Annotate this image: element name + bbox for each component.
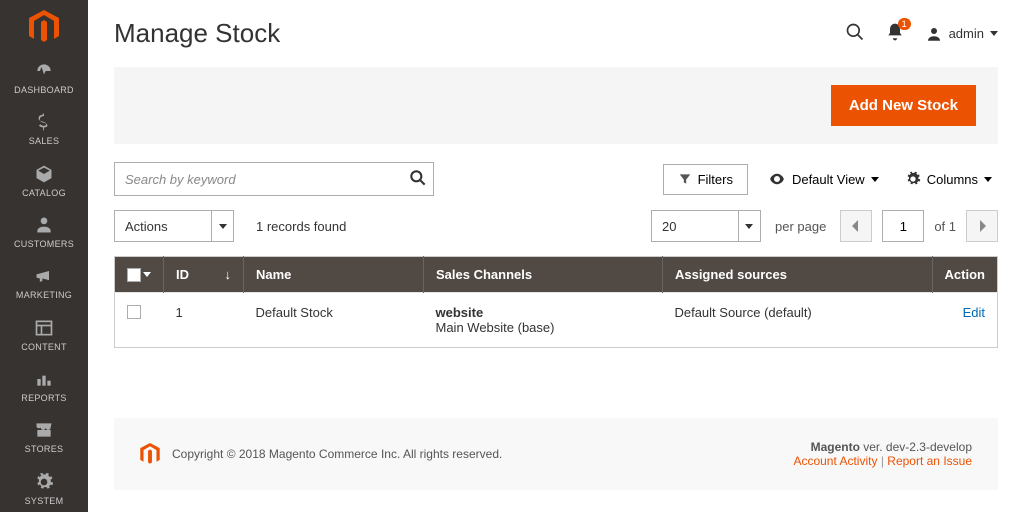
cell-assigned-sources: Default Source (default)	[662, 293, 932, 348]
stock-grid: ID ↓ Name Sales Channels Assigned source…	[114, 256, 998, 348]
sidebar: DASHBOARD SALES CATALOG CUSTOMERS MARKET…	[0, 0, 88, 512]
checkbox-icon	[127, 268, 141, 282]
sidebar-item-dashboard[interactable]: DASHBOARD	[0, 52, 88, 103]
records-found-text: 1 records found	[256, 219, 346, 234]
edit-link[interactable]: Edit	[963, 305, 985, 320]
total-pages-text: of 1	[934, 219, 956, 234]
footer: Copyright © 2018 Magento Commerce Inc. A…	[114, 418, 998, 490]
chevron-down-icon	[745, 224, 753, 229]
dashboard-icon	[34, 61, 54, 81]
user-name: admin	[949, 26, 984, 41]
magento-logo[interactable]	[26, 10, 62, 44]
per-page-label: per page	[775, 219, 826, 234]
prev-page-button[interactable]	[840, 210, 872, 242]
column-action-header: Action	[932, 257, 997, 293]
search-icon	[845, 22, 865, 42]
search-submit-button[interactable]	[408, 168, 428, 191]
add-new-stock-button[interactable]: Add New Stock	[831, 85, 976, 126]
copyright-text: Copyright © 2018 Magento Commerce Inc. A…	[172, 447, 502, 461]
user-icon	[925, 25, 943, 43]
columns-button[interactable]: Columns	[899, 164, 998, 194]
column-name-header[interactable]: Name	[244, 257, 424, 293]
cell-name: Default Stock	[244, 293, 424, 348]
sidebar-item-catalog[interactable]: CATALOG	[0, 155, 88, 206]
chevron-down-icon	[219, 224, 227, 229]
dollar-icon	[34, 112, 54, 132]
sidebar-item-system[interactable]: SYSTEM	[0, 463, 88, 512]
search-input[interactable]	[114, 162, 434, 196]
layout-icon	[34, 318, 54, 338]
notification-badge: 1	[898, 18, 911, 30]
product-name: Magento	[811, 440, 860, 454]
eye-icon	[768, 170, 786, 188]
sidebar-item-reports[interactable]: REPORTS	[0, 360, 88, 411]
report-issue-link[interactable]: Report an Issue	[887, 454, 972, 468]
grid-toolbar-top: Filters Default View Columns	[114, 162, 998, 196]
titlebar: Manage Stock 1 admin	[114, 18, 998, 49]
column-assigned-sources-header[interactable]: Assigned sources	[662, 257, 932, 293]
bar-chart-icon	[34, 369, 54, 389]
search-button[interactable]	[845, 22, 865, 45]
filters-button[interactable]: Filters	[663, 164, 748, 195]
mass-actions-select[interactable]: Actions	[114, 210, 234, 242]
cell-sales-channels: website Main Website (base)	[424, 293, 663, 348]
current-page-input[interactable]	[882, 210, 924, 242]
gear-icon	[905, 171, 921, 187]
chevron-down-icon	[984, 177, 992, 182]
search-icon	[408, 168, 428, 188]
chevron-down-icon	[990, 31, 998, 36]
column-id-header[interactable]: ID ↓	[164, 257, 244, 293]
cell-id: 1	[164, 293, 244, 348]
chevron-right-icon	[977, 220, 987, 232]
chevron-down-icon	[143, 272, 151, 277]
magento-logo-footer	[140, 443, 160, 465]
sidebar-item-content[interactable]: CONTENT	[0, 309, 88, 360]
account-activity-link[interactable]: Account Activity	[793, 454, 877, 468]
chevron-left-icon	[851, 220, 861, 232]
sidebar-item-stores[interactable]: STORES	[0, 411, 88, 462]
funnel-icon	[678, 172, 692, 186]
next-page-button[interactable]	[966, 210, 998, 242]
notifications-button[interactable]: 1	[885, 22, 905, 45]
megaphone-icon	[34, 266, 54, 286]
sidebar-item-customers[interactable]: CUSTOMERS	[0, 206, 88, 257]
user-menu[interactable]: admin	[925, 25, 998, 43]
store-icon	[34, 420, 54, 440]
person-icon	[34, 215, 54, 235]
sidebar-item-sales[interactable]: SALES	[0, 103, 88, 154]
gear-icon	[34, 472, 54, 492]
box-icon	[34, 164, 54, 184]
chevron-down-icon	[871, 177, 879, 182]
table-row: 1 Default Stock website Main Website (ba…	[115, 293, 998, 348]
page-size-select[interactable]: 20	[651, 210, 761, 242]
action-bar: Add New Stock	[114, 67, 998, 144]
version-text: ver. dev-2.3-develop	[860, 440, 972, 454]
sort-down-icon: ↓	[225, 267, 232, 282]
sidebar-item-marketing[interactable]: MARKETING	[0, 257, 88, 308]
select-all-header[interactable]	[115, 257, 164, 293]
default-view-button[interactable]: Default View	[762, 163, 885, 195]
grid-toolbar-bottom: Actions 1 records found 20 per page of 1	[114, 210, 998, 242]
page-title: Manage Stock	[114, 18, 845, 49]
column-sales-channels-header[interactable]: Sales Channels	[424, 257, 663, 293]
row-checkbox[interactable]	[127, 305, 141, 319]
